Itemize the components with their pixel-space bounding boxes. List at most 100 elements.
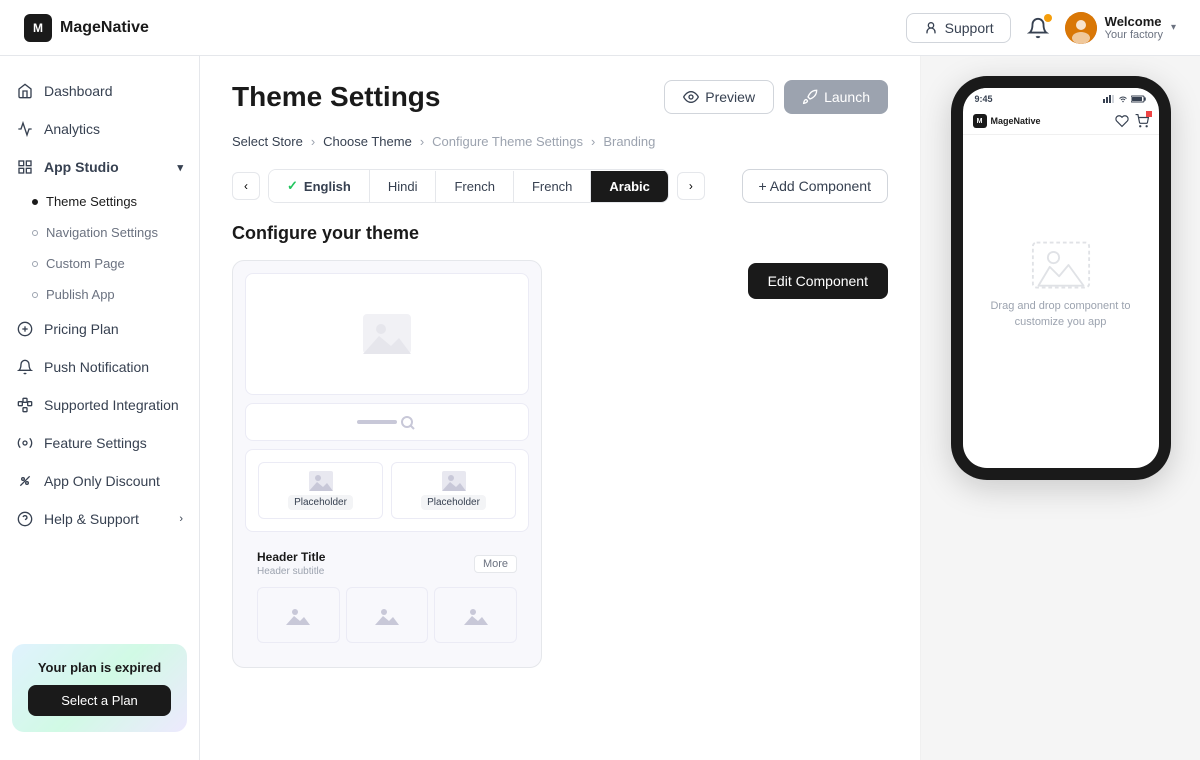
lang-tab-english[interactable]: ✓ English (269, 170, 370, 202)
bc-choose-theme[interactable]: Choose Theme (323, 134, 412, 149)
app-studio-icon (16, 158, 34, 176)
phone-frame: 9:45 (951, 76, 1171, 480)
signal-icon (1103, 95, 1115, 103)
sidebar-item-help[interactable]: Help & Support › (0, 500, 199, 538)
topbar: M MageNative Support Welcome Your factor… (0, 0, 1200, 56)
add-component-button[interactable]: + Add Component (742, 169, 888, 203)
phone-status-bar: 9:45 (963, 88, 1159, 108)
lang-prev-button[interactable]: ‹ (232, 172, 260, 200)
configure-left: Configure your theme (232, 223, 732, 668)
lang-tab-french-1[interactable]: French (436, 171, 513, 202)
integration-icon (16, 396, 34, 414)
sidebar-pricing-label: Pricing Plan (44, 321, 119, 337)
topbar-right: Support Welcome Your factory ▾ (906, 12, 1176, 44)
sidebar-item-push-notification[interactable]: Push Notification (0, 348, 199, 386)
sidebar-item-analytics[interactable]: Analytics (0, 110, 199, 148)
logo-text: MageNative (60, 19, 149, 37)
grid-img-icon-3 (464, 605, 488, 625)
phone-screen: 9:45 (963, 88, 1159, 468)
lang-tab-arabic[interactable]: Arabic (591, 171, 667, 202)
eye-icon (683, 89, 699, 105)
phone-heart-icon (1115, 114, 1129, 128)
sidebar-analytics-label: Analytics (44, 121, 100, 137)
sidebar-item-theme-settings[interactable]: Theme Settings (32, 186, 199, 217)
bc-select-store[interactable]: Select Store (232, 134, 303, 149)
discount-icon (16, 472, 34, 490)
sidebar-item-dashboard[interactable]: Dashboard (0, 72, 199, 110)
edit-component-button[interactable]: Edit Component (748, 263, 888, 299)
sidebar-dashboard-label: Dashboard (44, 83, 113, 99)
sidebar-integration-label: Supported Integration (44, 397, 179, 413)
sidebar-sub-menu: Theme Settings Navigation Settings Custo… (0, 186, 199, 310)
phone-placeholder-area: Drag and drop component to customize you… (963, 135, 1159, 435)
user-factory: Your factory (1105, 29, 1163, 41)
sidebar-feature-settings-label: Feature Settings (44, 435, 147, 451)
lang-english-label: English (304, 179, 351, 194)
grid-item-1 (257, 587, 340, 643)
canvas-more-button[interactable]: More (474, 555, 517, 573)
bc-configure-theme: Configure Theme Settings (432, 134, 583, 149)
logo-icon: M (24, 14, 52, 42)
battery-icon (1131, 95, 1147, 103)
theme-settings-dot (32, 199, 38, 205)
hero-image-icon (363, 314, 411, 354)
product-card-2: Placeholder (391, 462, 516, 519)
avatar-img (1065, 12, 1097, 44)
lang-french1-label: French (454, 179, 494, 194)
content-inner: Theme Settings Preview Launch Select Sto… (200, 56, 920, 760)
phone-logo-icon: M (973, 114, 987, 128)
canvas-header-subtitle: Header subtitle (257, 566, 325, 577)
lang-french2-label: French (532, 179, 572, 194)
sidebar-item-feature-settings[interactable]: Feature Settings (0, 424, 199, 462)
sidebar-custom-page-label: Custom Page (46, 256, 125, 271)
sidebar-item-pricing-plan[interactable]: Pricing Plan (0, 310, 199, 348)
configure-title: Configure your theme (232, 223, 732, 244)
lang-hindi-label: Hindi (388, 179, 418, 194)
product-label-2: Placeholder (421, 495, 486, 510)
preview-label: Preview (705, 89, 755, 105)
notification-bell[interactable] (1027, 17, 1049, 39)
custom-page-dot (32, 261, 38, 267)
sidebar-item-navigation-settings[interactable]: Navigation Settings (32, 217, 199, 248)
sidebar-item-integration[interactable]: Supported Integration (0, 386, 199, 424)
preview-button[interactable]: Preview (664, 80, 774, 114)
drag-drop-text: Drag and drop component to customize you… (983, 298, 1139, 331)
plan-card: Your plan is expired Select a Plan (12, 644, 187, 732)
launch-button[interactable]: Launch (784, 80, 888, 114)
select-plan-button[interactable]: Select a Plan (28, 685, 171, 716)
notification-icon (16, 358, 34, 376)
lang-tabs-row: ‹ ✓ English Hindi French Fre (232, 169, 888, 203)
lang-tab-french-2[interactable]: French (514, 171, 591, 202)
canvas-hero-block (245, 273, 529, 395)
phone-placeholder-icon (1031, 240, 1091, 290)
grid-item-2 (346, 587, 429, 643)
grid-img-icon-2 (375, 605, 399, 625)
product-img-icon-2 (442, 471, 466, 491)
wifi-icon (1118, 95, 1128, 103)
bc-sep-3: › (591, 134, 595, 149)
support-button[interactable]: Support (906, 13, 1011, 43)
sidebar-item-app-studio[interactable]: App Studio ▾ (0, 148, 199, 186)
canvas-products: Placeholder Placeholder (246, 450, 528, 531)
header-buttons: Preview Launch (664, 80, 888, 114)
sidebar-item-custom-page[interactable]: Custom Page (32, 248, 199, 279)
feature-icon (16, 434, 34, 452)
sidebar-nav-settings-label: Navigation Settings (46, 225, 158, 240)
launch-label: Launch (824, 89, 870, 105)
lang-next-button[interactable]: › (677, 172, 705, 200)
sidebar-item-publish-app[interactable]: Publish App (32, 279, 199, 310)
canvas-header-title: Header Title (257, 550, 325, 564)
home-icon (16, 82, 34, 100)
pricing-icon (16, 320, 34, 338)
rocket-icon (802, 89, 818, 105)
sidebar-item-discount[interactable]: App Only Discount (0, 462, 199, 500)
phone-nav-icons (1115, 114, 1149, 128)
lang-tab-hindi[interactable]: Hindi (370, 171, 437, 202)
product-label-1: Placeholder (288, 495, 353, 510)
user-info[interactable]: Welcome Your factory ▾ (1065, 12, 1176, 44)
app-studio-chevron-icon: ▾ (177, 161, 183, 174)
bc-branding: Branding (603, 134, 655, 149)
sidebar-help-label: Help & Support (44, 511, 139, 527)
bc-sep-1: › (311, 134, 315, 149)
configure-row: Configure your theme (232, 223, 888, 668)
